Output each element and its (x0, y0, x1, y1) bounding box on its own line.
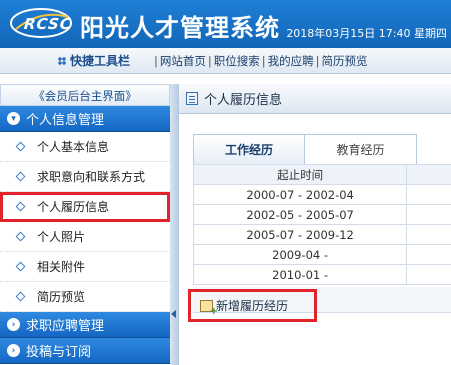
add-history-label: 新增履历经历 (216, 299, 289, 313)
tab-bar: 工作经历 教育经历 (193, 134, 417, 164)
menu-item-resume-history[interactable]: 个人履历信息 (0, 192, 170, 222)
diamond-bullet-icon (15, 291, 26, 302)
collapse-arrow-icon[interactable] (171, 310, 176, 318)
section-personal-info[interactable]: ▾ 个人信息管理 (0, 106, 170, 132)
column-header-extra (406, 164, 451, 185)
tab-work-experience[interactable]: 工作经历 (193, 134, 305, 164)
menu-item-intent-contact[interactable]: 求职意向和联系方式 (0, 162, 170, 192)
main-panel: 个人履历信息 工作经历 教育经历 起止时间 2000-07 - 2002-04 … (178, 84, 451, 365)
logo: RCSC (10, 3, 73, 43)
main-header: 个人履历信息 (179, 84, 451, 114)
link-my-applications[interactable]: 我的应聘 (268, 53, 314, 69)
extra-cell (406, 204, 451, 225)
diamond-bullet-icon (15, 231, 26, 242)
diamond-bullet-icon (15, 201, 26, 212)
add-record-icon (200, 299, 218, 317)
table-row[interactable]: 2009-04 - (192, 244, 451, 265)
system-title: 阳光人才管理系统 (80, 14, 280, 42)
link-separator: | (261, 53, 266, 68)
chevron-right-icon: › (7, 318, 20, 331)
table-row[interactable]: 2002-05 - 2005-07 (192, 204, 451, 225)
quick-toolbar-label: 快捷工具栏 (58, 52, 130, 69)
top-links: | 网站首页 | 职位搜索 | 我的应聘 | 简历预览 (152, 53, 368, 69)
menu-item-photo[interactable]: 个人照片 (0, 222, 170, 252)
diamond-bullet-icon (15, 141, 26, 152)
section-title: 个人信息管理 (26, 113, 105, 128)
table-row[interactable]: 2010-01 - (192, 264, 451, 285)
menu-item-label: 个人履历信息 (37, 200, 110, 214)
history-table: 起止时间 2000-07 - 2002-04 2002-05 - 2005-07… (192, 164, 451, 285)
menu-item-label: 个人照片 (37, 230, 86, 244)
menu-item-label: 相关附件 (37, 260, 86, 274)
back-to-main-link[interactable]: 《会员后台主界面》 (0, 84, 170, 106)
link-separator: | (315, 53, 320, 68)
diamond-bullet-icon (15, 261, 26, 272)
period-cell: 2010-01 - (192, 264, 408, 285)
menu-item-label: 简历预览 (37, 290, 86, 304)
link-resume-preview[interactable]: 简历预览 (322, 53, 368, 69)
sidebar: 《会员后台主界面》 ▾ 个人信息管理 个人基本信息 求职意向和联系方式 个人履历… (0, 84, 170, 365)
link-separator: | (154, 53, 158, 68)
period-cell: 2002-05 - 2005-07 (192, 204, 408, 225)
extra-cell (406, 184, 451, 205)
table-row[interactable]: 2000-07 - 2002-04 (192, 184, 451, 205)
link-separator: | (207, 53, 212, 68)
chevron-down-icon: ▾ (7, 112, 20, 125)
link-home[interactable]: 网站首页 (160, 53, 206, 69)
section-title: 求职应聘管理 (26, 319, 105, 334)
section-title: 投稿与订阅 (26, 345, 92, 360)
menu-item-basic-info[interactable]: 个人基本信息 (0, 132, 170, 162)
logo-text: RCSC (23, 15, 73, 33)
quick-toolbar-text: 快捷工具栏 (70, 54, 131, 68)
chevron-right-icon: › (7, 344, 20, 357)
link-job-search[interactable]: 职位搜索 (214, 53, 260, 69)
tab-education[interactable]: 教育经历 (305, 134, 417, 164)
toolbar-dots-icon (58, 56, 66, 65)
menu-item-attachments[interactable]: 相关附件 (0, 252, 170, 282)
section-submissions[interactable]: › 投稿与订阅 (0, 338, 170, 364)
diamond-bullet-icon (15, 171, 26, 182)
column-header-period: 起止时间 (192, 164, 408, 185)
section-job-applications[interactable]: › 求职应聘管理 (0, 312, 170, 338)
add-history-button[interactable]: 新增履历经历 (188, 289, 317, 322)
page-title: 个人履历信息 (204, 93, 283, 108)
extra-cell (406, 224, 451, 245)
app-header: RCSC 阳光人才管理系统 2018年03月15日 17:40 星期四 (0, 0, 451, 48)
extra-cell (406, 264, 451, 285)
quick-toolbar: 快捷工具栏 | 网站首页 | 职位搜索 | 我的应聘 | 简历预览 (0, 48, 451, 74)
menu-item-label: 个人基本信息 (37, 140, 110, 154)
table-row[interactable]: 2005-07 - 2009-12 (192, 224, 451, 245)
datetime-display: 2018年03月15日 17:40 星期四 (286, 27, 447, 40)
menu-item-label: 求职意向和联系方式 (37, 170, 146, 184)
table-header-row: 起止时间 (192, 164, 451, 185)
period-cell: 2000-07 - 2002-04 (192, 184, 408, 205)
period-cell: 2005-07 - 2009-12 (192, 224, 408, 245)
extra-cell (406, 244, 451, 265)
sidebar-collapse-bar[interactable] (170, 84, 178, 365)
document-icon (186, 92, 198, 105)
menu-item-resume-preview[interactable]: 简历预览 (0, 282, 170, 312)
period-cell: 2009-04 - (192, 244, 408, 265)
